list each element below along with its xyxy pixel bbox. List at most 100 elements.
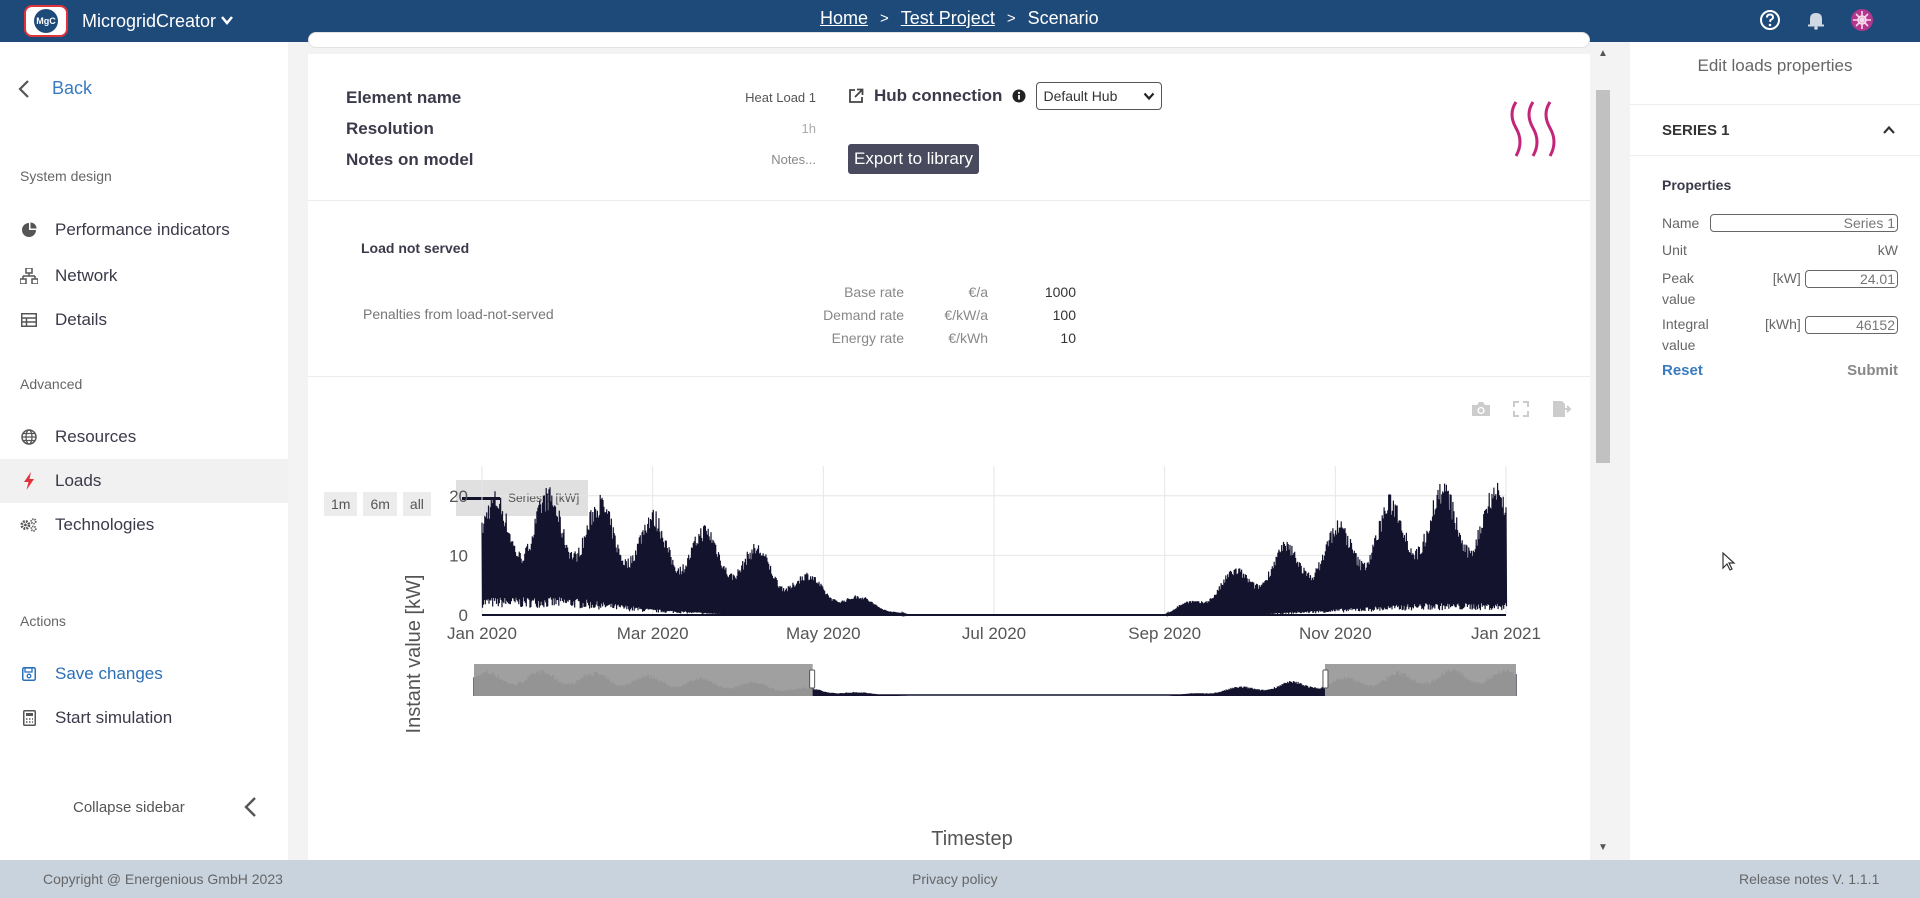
sidebar-item-network[interactable]: Network <box>0 254 288 298</box>
load-editor-card: Element name Heat Load 1 Resolution 1h N… <box>308 54 1590 860</box>
x-tick-label: Sep 2020 <box>1128 624 1201 643</box>
range-slider-handle-left[interactable] <box>809 669 816 689</box>
sidebar-item-loads[interactable]: Loads <box>0 459 288 503</box>
integral-value-label: Integral value <box>1662 316 1709 353</box>
sidebar-item-label: Start simulation <box>55 708 173 727</box>
peak-value-input[interactable]: 24.01 <box>1804 270 1898 288</box>
breadcrumb: Home > Test Project > Scenario <box>820 8 1099 29</box>
x-tick-label: Mar 2020 <box>617 624 689 643</box>
x-tick-label: Jul 2020 <box>962 624 1026 643</box>
x-tick-label: Jan 2021 <box>1471 624 1541 643</box>
sidebar-item-label: Loads <box>55 471 102 490</box>
logo-text: MgC <box>34 9 58 33</box>
submit-button[interactable]: Submit <box>1847 362 1898 379</box>
breadcrumb-separator: > <box>1006 10 1016 27</box>
back-label: Back <box>52 78 93 98</box>
properties-panel: Edit loads properties SERIES 1 Propertie… <box>1630 42 1920 860</box>
gears-icon <box>20 516 38 534</box>
help-icon[interactable] <box>1758 8 1782 32</box>
chevron-left-icon <box>244 797 256 817</box>
copyright-text: Copyright @ Energenious GmbH 2023 <box>43 871 283 887</box>
globe-icon <box>20 428 38 446</box>
sidebar-item-resources[interactable]: Resources <box>0 415 288 459</box>
calculator-icon <box>20 709 38 727</box>
chevron-down-icon[interactable] <box>220 13 234 30</box>
breadcrumb-separator: > <box>880 10 889 27</box>
scroll-down-icon[interactable]: ▼ <box>1598 842 1608 853</box>
footer: Copyright @ Energenious GmbH 2023 Privac… <box>0 860 1920 898</box>
integral-value-row: Integral value [kWh] 46152 <box>1662 314 1898 356</box>
sidebar-item-label: Performance indicators <box>55 220 230 239</box>
integral-unit: [kWh] <box>1765 316 1801 332</box>
section-actions: Actions <box>20 613 66 629</box>
series-title: SERIES 1 <box>1662 121 1730 139</box>
back-button[interactable]: Back <box>18 78 92 99</box>
load-chart[interactable]: 0 10 20 Jan 2020 Mar 2020 May 2020 Jul 2020 Se… <box>308 54 1590 860</box>
series-accordion-header[interactable]: SERIES 1 <box>1630 104 1920 156</box>
x-tick-label: May 2020 <box>786 624 861 643</box>
network-icon <box>20 267 38 285</box>
release-notes-link[interactable]: Release notes V. 1.1.1 <box>1739 871 1879 887</box>
sidebar-item-label: Network <box>55 266 118 285</box>
properties-title: Properties <box>1662 177 1732 193</box>
sidebar-item-label: Resources <box>55 427 137 446</box>
table-icon <box>20 311 38 329</box>
range-slider-handle-right[interactable] <box>1322 669 1329 689</box>
y-axis-ticks: 0 10 20 <box>449 487 468 625</box>
collapse-sidebar-label: Collapse sidebar <box>73 798 185 816</box>
sidebar: Back System design Performance indicator… <box>0 42 288 860</box>
privacy-policy-link[interactable]: Privacy policy <box>912 871 998 887</box>
sidebar-item-performance-indicators[interactable]: Performance indicators <box>0 208 288 252</box>
sidebar-item-label: Save changes <box>55 664 163 683</box>
sidebar-item-label: Details <box>55 310 107 329</box>
panel-title: Edit loads properties <box>1697 56 1853 75</box>
sidebar-item-technologies[interactable]: Technologies <box>0 503 288 547</box>
series-unit-row: Unit kW <box>1662 242 1898 258</box>
x-axis-label: Timestep <box>931 828 1013 850</box>
breadcrumb-home[interactable]: Home <box>820 8 868 29</box>
section-advanced: Advanced <box>20 376 83 392</box>
bell-icon[interactable] <box>1804 8 1828 32</box>
sidebar-item-label: Technologies <box>55 515 155 534</box>
bolt-icon <box>20 472 38 490</box>
series-name-input[interactable]: Series 1 <box>1710 214 1898 232</box>
main-content: Element name Heat Load 1 Resolution 1h N… <box>288 32 1630 860</box>
series-name-label: Name <box>1662 215 1700 231</box>
series-unit-label: Unit <box>1662 242 1687 258</box>
reset-button[interactable]: Reset <box>1662 362 1703 379</box>
x-tick-label: Nov 2020 <box>1299 624 1372 643</box>
pie-chart-icon <box>20 221 38 239</box>
sidebar-item-details[interactable]: Details <box>0 298 288 342</box>
scroll-thumb[interactable] <box>1596 90 1610 463</box>
breadcrumb-current: Scenario <box>1027 8 1099 28</box>
sidebar-item-start-simulation[interactable]: Start simulation <box>0 696 288 740</box>
main-scrollbar[interactable]: ▲ ▼ <box>1594 42 1612 860</box>
integral-value-input[interactable]: 46152 <box>1804 316 1898 334</box>
app-logo: MgC <box>24 5 68 37</box>
x-tick-label: Jan 2020 <box>447 624 517 643</box>
range-slider-mask-left <box>474 664 813 696</box>
app-switcher[interactable]: MgC MicrogridCreator <box>24 5 234 37</box>
range-slider-mask-right <box>1324 664 1516 696</box>
mouse-cursor-icon <box>1722 552 1736 571</box>
app-name: MicrogridCreator <box>82 10 217 31</box>
series-unit-value: kW <box>1877 242 1898 258</box>
y-tick-label: 0 <box>459 606 468 625</box>
peak-value-row: Peak value [kW] 24.01 <box>1662 268 1898 310</box>
save-icon <box>20 665 38 683</box>
x-axis-ticks: Jan 2020 Mar 2020 May 2020 Jul 2020 Sep 2020… <box>447 624 1541 643</box>
card-edge <box>308 32 1590 48</box>
sidebar-item-save-changes[interactable]: Save changes <box>0 652 288 696</box>
peak-unit: [kW] <box>1772 270 1801 286</box>
y-tick-label: 10 <box>449 546 468 565</box>
chevron-up-icon <box>1883 125 1895 134</box>
y-tick-label: 20 <box>449 487 468 506</box>
y-axis-label: Instant value [kW] <box>403 575 425 734</box>
peak-value-label: Peak value <box>1662 270 1696 307</box>
user-avatar-icon[interactable] <box>1850 8 1874 32</box>
collapse-sidebar-button[interactable]: Collapse sidebar <box>73 796 257 818</box>
scroll-up-icon[interactable]: ▲ <box>1598 48 1608 59</box>
chevron-left-icon <box>18 79 29 98</box>
breadcrumb-project[interactable]: Test Project <box>901 8 995 29</box>
section-system-design: System design <box>20 168 112 184</box>
